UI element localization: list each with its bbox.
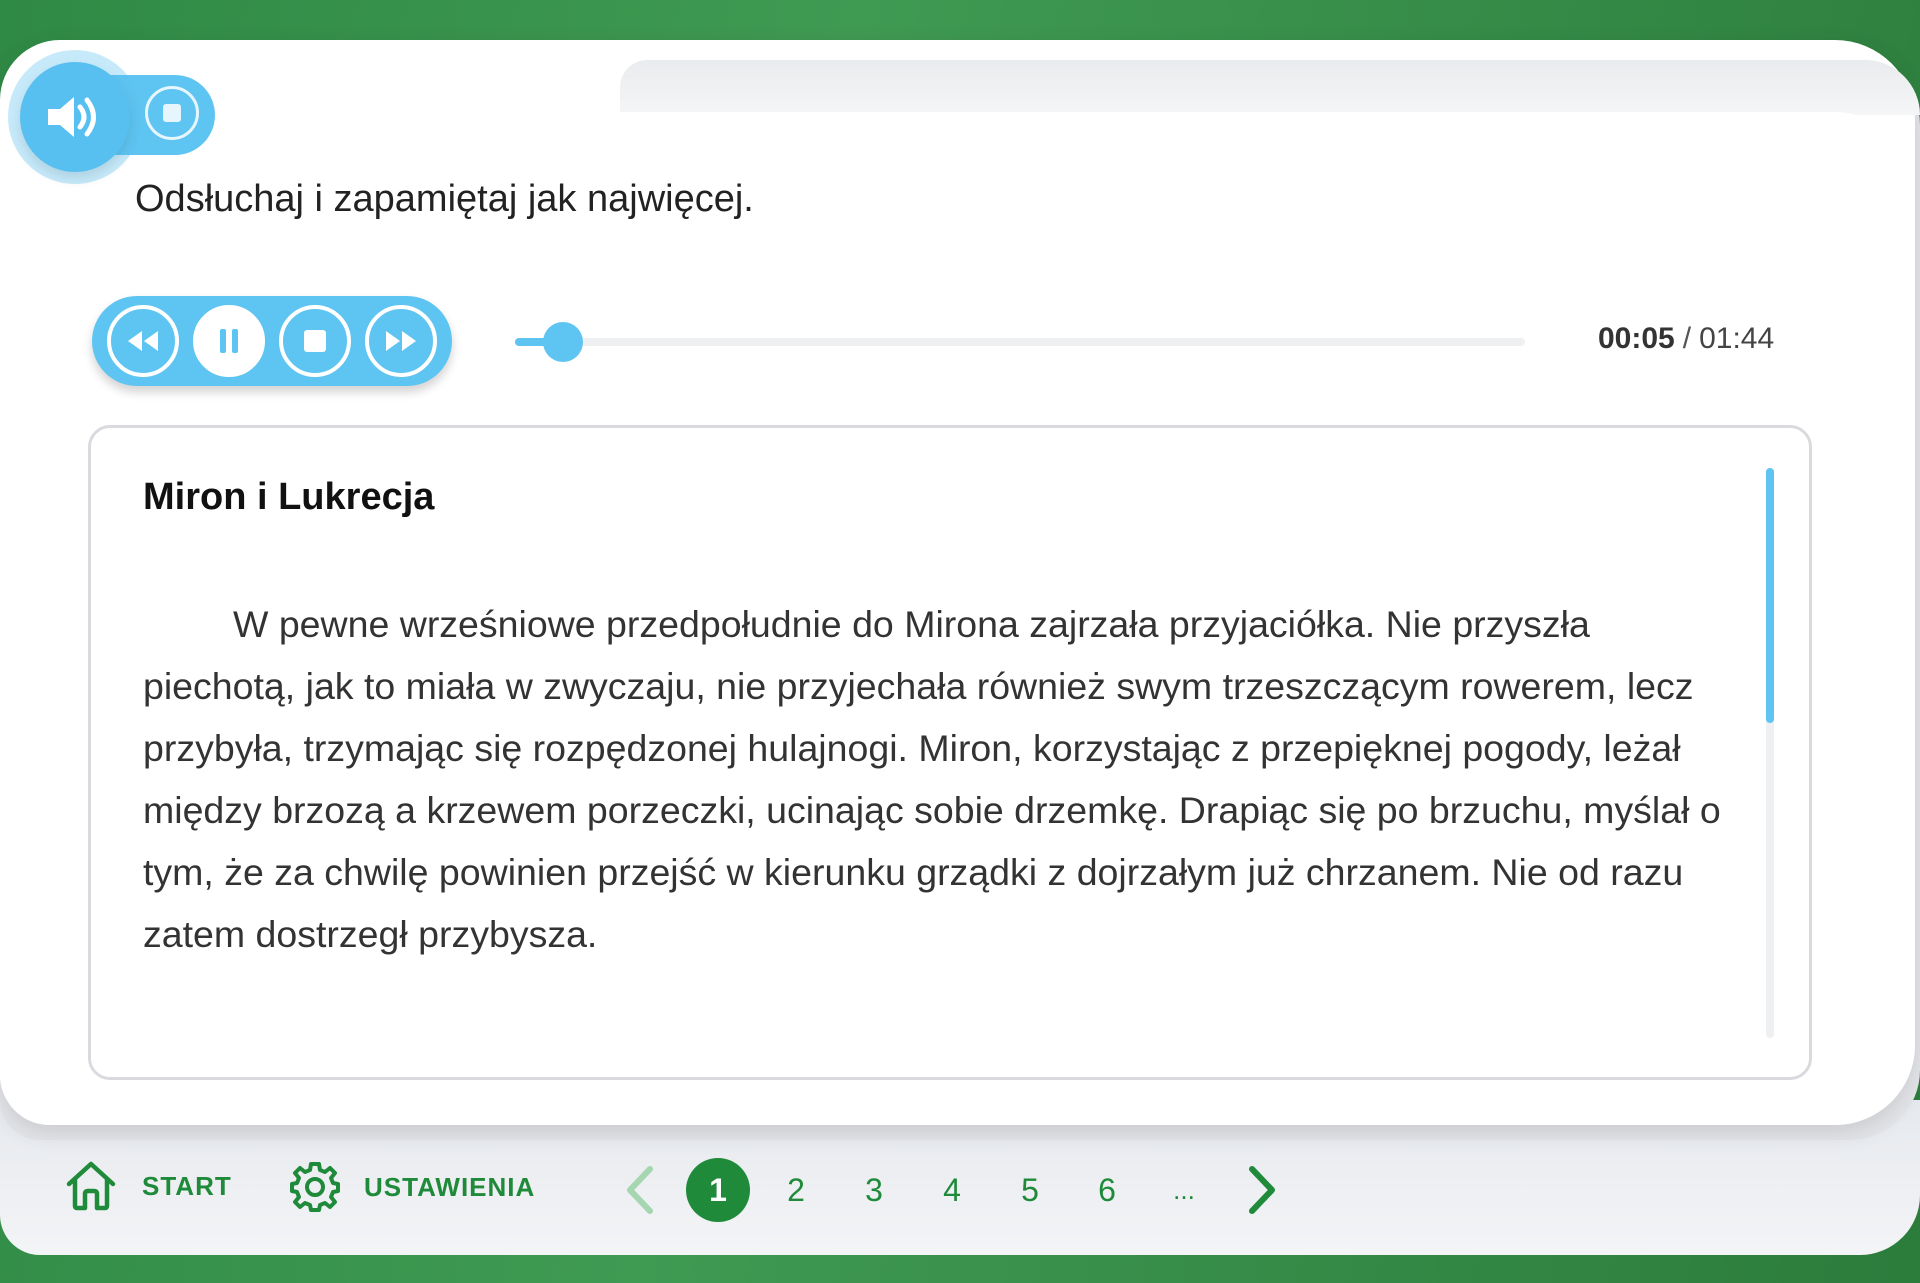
total-time: 01:44: [1699, 322, 1775, 355]
start-button[interactable]: START: [64, 1160, 232, 1212]
home-icon: [66, 1161, 116, 1211]
page-1[interactable]: 1: [686, 1158, 750, 1222]
page-4[interactable]: 4: [920, 1158, 984, 1222]
stop-icon: [304, 330, 326, 352]
speaker-icon: [48, 97, 96, 137]
chevron-right-icon: [1249, 1166, 1275, 1214]
text-fade: [91, 1032, 1809, 1077]
pause-icon: [220, 329, 238, 353]
progress-bar[interactable]: [515, 322, 1525, 362]
page-3[interactable]: 3: [842, 1158, 906, 1222]
story-panel[interactable]: Miron i Lukrecja W pewne wrześniowe prze…: [88, 425, 1812, 1080]
card-tab-shadow: [620, 60, 1920, 115]
page-2[interactable]: 2: [764, 1158, 828, 1222]
story-text: W pewne wrześniowe przedpołudnie do Miro…: [143, 603, 1721, 955]
rewind-button[interactable]: [107, 305, 179, 377]
page-ellipsis[interactable]: ...: [1152, 1158, 1216, 1222]
chevron-left-icon: [627, 1166, 653, 1214]
page-6[interactable]: 6: [1075, 1158, 1139, 1222]
next-page-button[interactable]: [1244, 1163, 1280, 1221]
settings-button[interactable]: USTAWIENIA: [288, 1160, 535, 1214]
prev-page-button[interactable]: [622, 1163, 658, 1221]
fast-forward-icon: [386, 331, 416, 351]
instruction-text: Odsłuchaj i zapamiętaj jak najwięcej.: [135, 178, 754, 220]
rewind-icon: [128, 331, 158, 351]
time-separator: /: [1682, 322, 1692, 355]
stop-button[interactable]: [279, 305, 351, 377]
audio-stop-button[interactable]: [145, 86, 199, 140]
pause-button[interactable]: [193, 305, 265, 377]
start-label: START: [142, 1170, 232, 1201]
stop-icon: [163, 104, 181, 122]
fast-forward-button[interactable]: [365, 305, 437, 377]
page-5[interactable]: 5: [998, 1158, 1062, 1222]
settings-label: USTAWIENIA: [364, 1171, 536, 1202]
scrollbar[interactable]: [1766, 468, 1774, 1038]
scrollbar-thumb[interactable]: [1766, 468, 1774, 723]
audio-player-controls: [92, 296, 452, 386]
gear-icon: [290, 1162, 340, 1212]
audio-play-button[interactable]: [20, 62, 130, 172]
current-time: 00:05: [1598, 322, 1675, 355]
time-display: 00:05/01:44: [1598, 322, 1774, 356]
story-title: Miron i Lukrecja: [143, 476, 435, 518]
